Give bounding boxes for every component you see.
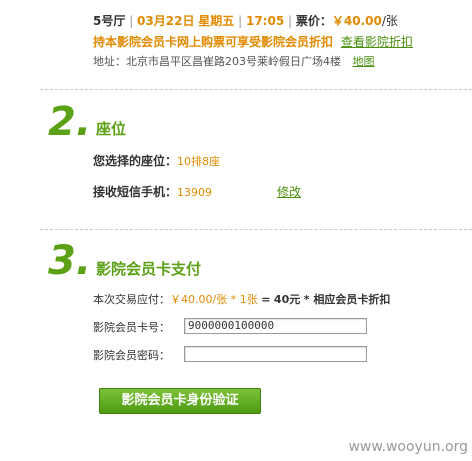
- price-unit: /张: [381, 14, 398, 28]
- verify-card-button[interactable]: 影院会员卡身份验证: [99, 388, 261, 414]
- phone-row: 接收短信手机：13909: [93, 183, 212, 200]
- step-2-title: 座位: [96, 120, 127, 138]
- password-input[interactable]: [184, 346, 367, 362]
- step-3-title: 影院会员卡支付: [96, 260, 202, 278]
- card-number-input[interactable]: 9000000100000: [184, 318, 367, 334]
- map-link[interactable]: 地图: [353, 55, 375, 68]
- show-date: 03月22日: [137, 14, 195, 28]
- show-weekday: 星期五: [198, 14, 235, 28]
- promo-line: 持本影院会员卡网上购票可享受影院会员折扣 查看影院折扣: [93, 33, 413, 50]
- address-line: 地址：北京市昌平区昌崔路203号莱岭假日广场4楼 地图: [93, 53, 375, 69]
- amount-label: 本次交易应付：: [93, 293, 170, 306]
- divider: [40, 229, 472, 230]
- hall-name: 5号厅: [93, 14, 126, 28]
- ticket-summary: 5号厅 | 03月22日 星期五 | 17:05 | 票价：￥40.00/张: [93, 14, 398, 28]
- view-discount-link[interactable]: 查看影院折扣: [341, 35, 413, 49]
- edit-phone-link[interactable]: 修改: [277, 183, 301, 200]
- password-label: 影院会员密码：: [93, 349, 170, 362]
- promo-text: 持本影院会员卡网上购票可享受影院会员折扣: [93, 35, 334, 49]
- price-label: 票价：: [295, 14, 332, 28]
- amount-row: 本次交易应付：￥40.00/张 * 1张 = 40元 * 相应会员卡折扣: [93, 291, 390, 307]
- amount-price: ￥40.00/张 * 1张: [170, 293, 258, 306]
- step-3-number: 3.: [48, 238, 92, 284]
- seat-value: 10排8座: [177, 155, 221, 168]
- show-time: 17:05: [245, 14, 285, 28]
- card-number-label: 影院会员卡号：: [93, 321, 170, 334]
- seat-label: 您选择的座位：: [93, 154, 178, 168]
- amount-equals: =: [261, 293, 271, 306]
- watermark: www.wooyun.org: [348, 439, 468, 455]
- price-value: ￥40.00: [331, 14, 382, 28]
- address-text: 地址：北京市昌平区昌崔路203号莱岭假日广场4楼: [93, 55, 341, 68]
- amount-discount-note: * 相应会员卡折扣: [303, 293, 391, 306]
- divider: [40, 89, 472, 90]
- step-2-number: 2.: [48, 99, 92, 145]
- phone-value: 13909: [177, 186, 213, 199]
- seat-row: 您选择的座位：10排8座: [93, 152, 220, 169]
- phone-label: 接收短信手机：: [93, 185, 178, 199]
- amount-total: 40元: [273, 293, 301, 306]
